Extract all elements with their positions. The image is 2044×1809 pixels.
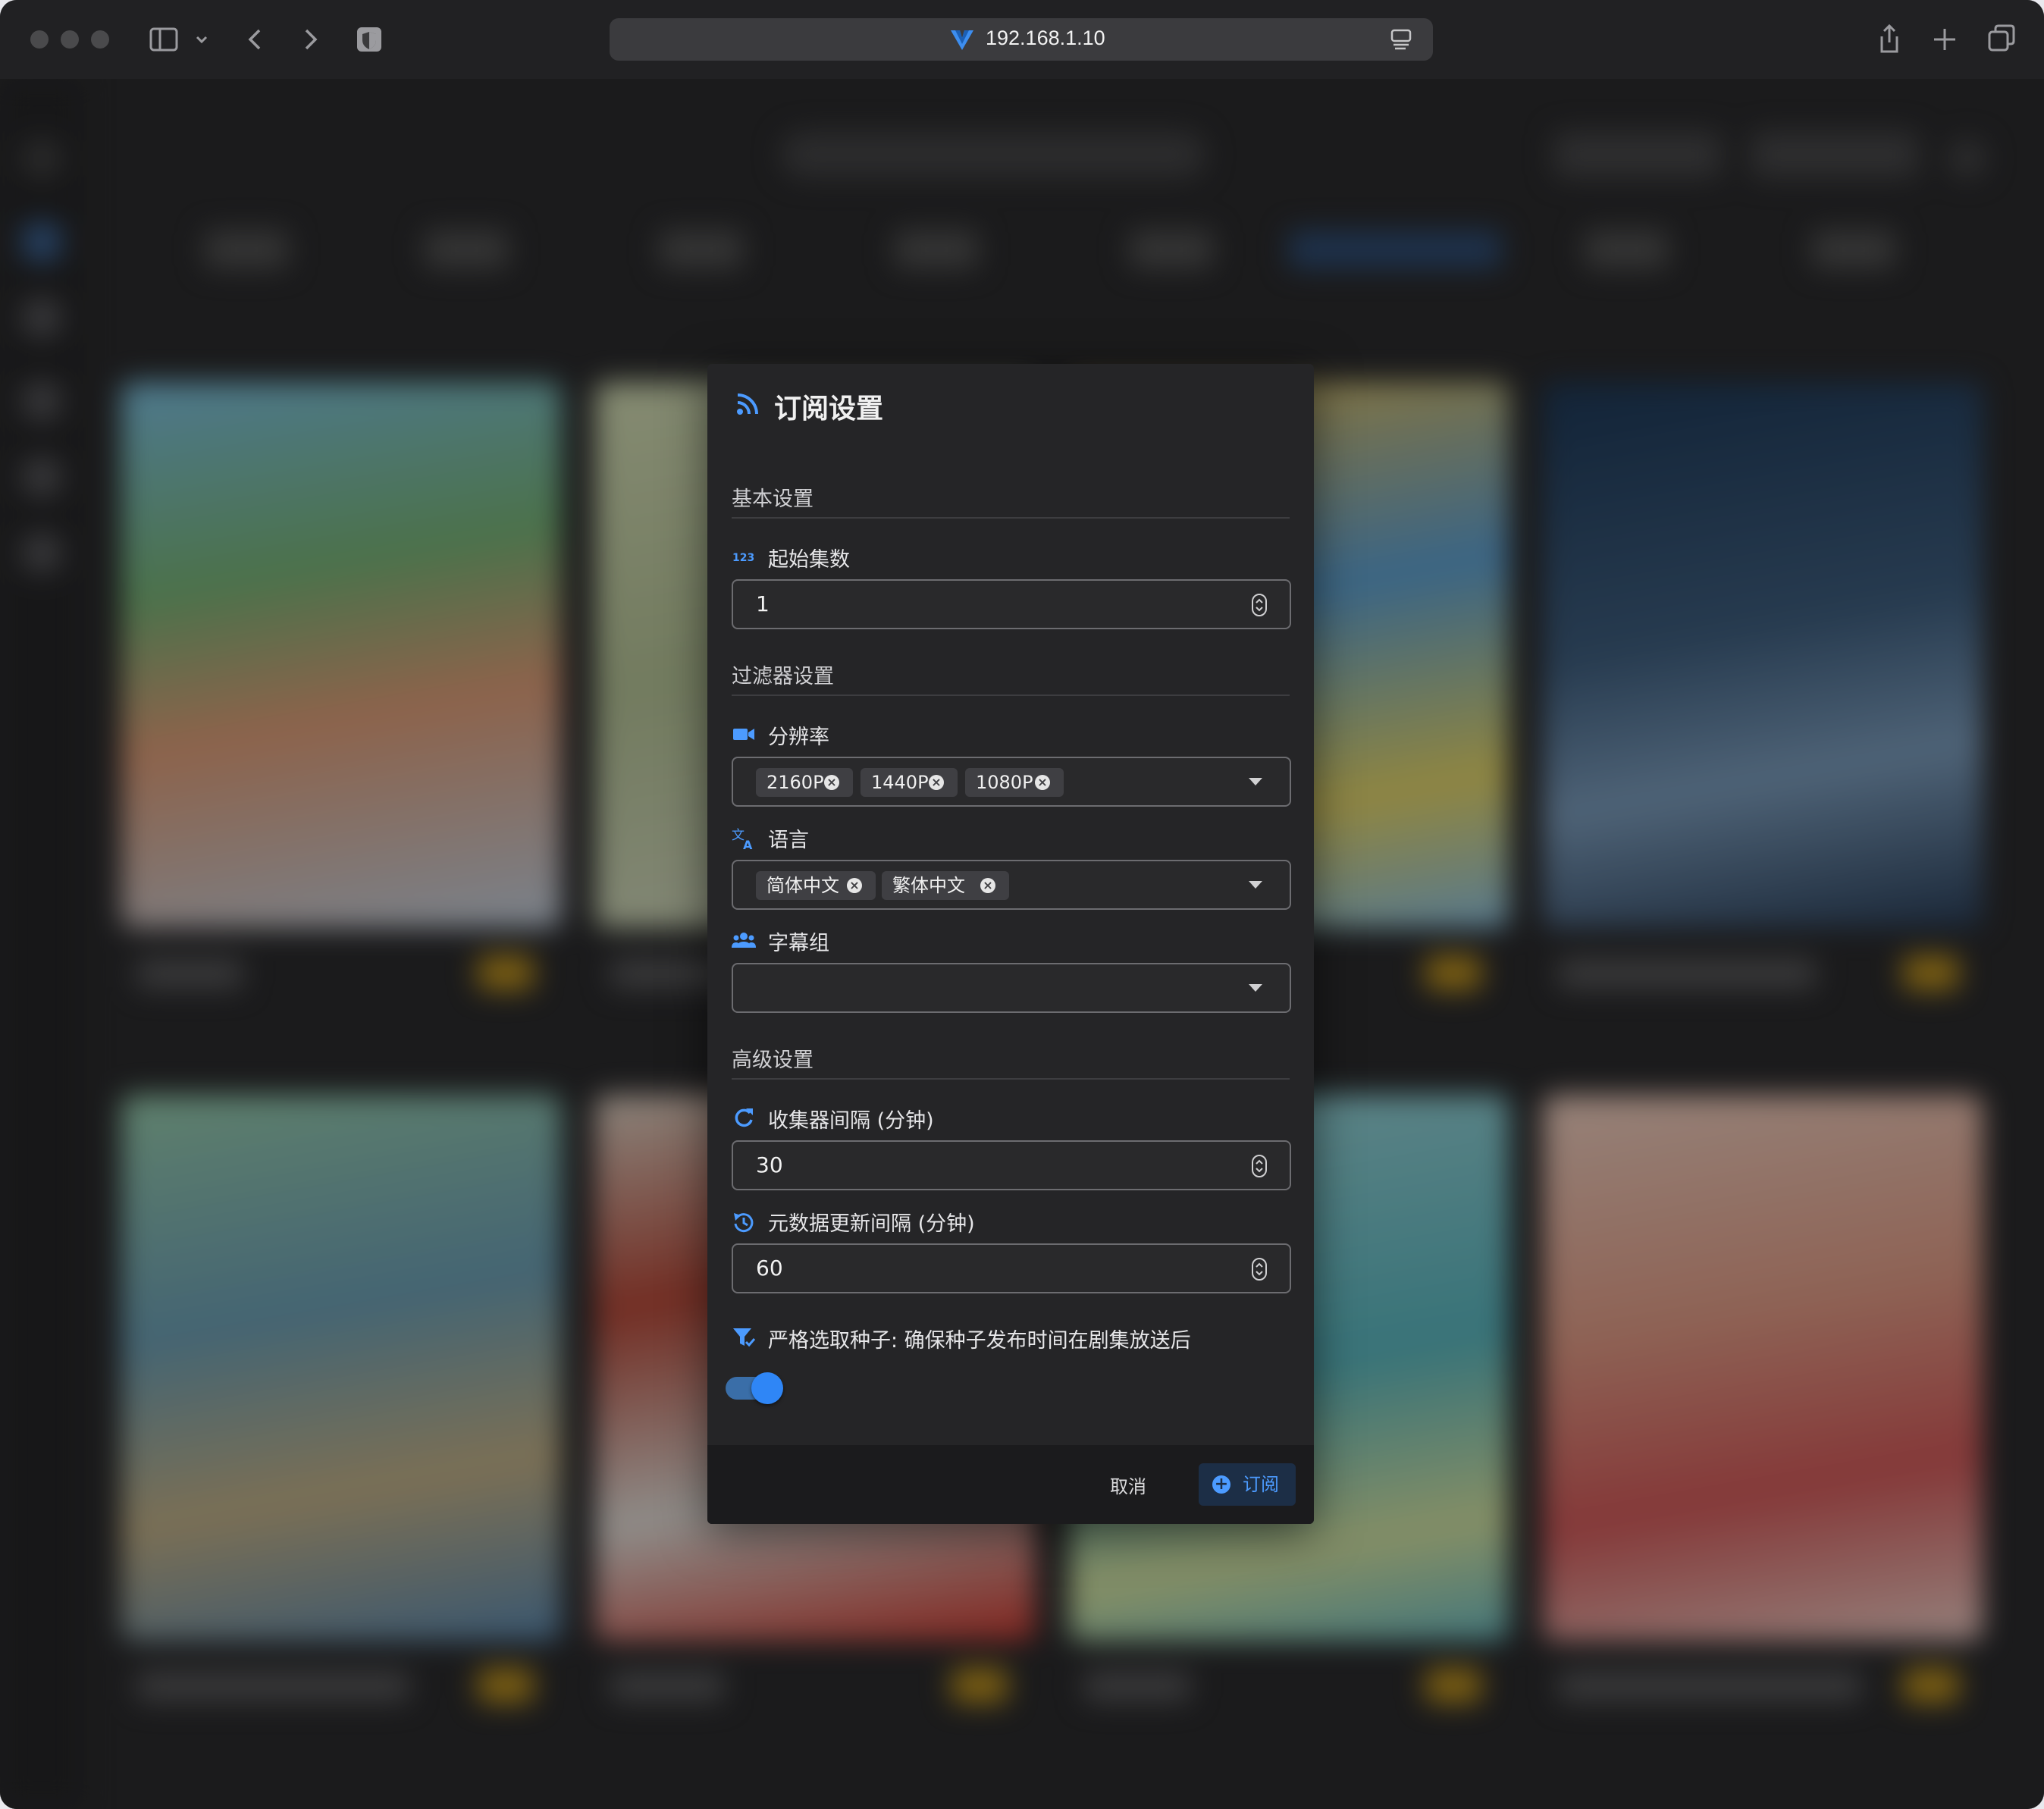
- dropdown-arrow-icon[interactable]: [1249, 778, 1262, 785]
- zoom-window-button[interactable]: [91, 30, 109, 49]
- number-stepper-icon[interactable]: [1252, 1155, 1267, 1177]
- dropdown-arrow-icon[interactable]: [1249, 881, 1262, 889]
- svg-text:123: 123: [732, 552, 754, 564]
- sidebar-toggle-icon[interactable]: [149, 23, 179, 56]
- collector-interval-input[interactable]: 30: [732, 1140, 1291, 1190]
- section-basic-title: 基本设置: [732, 488, 814, 511]
- chip-label: 2160P: [766, 772, 824, 793]
- close-window-button[interactable]: [30, 30, 49, 49]
- url-text: 192.168.1.10: [986, 27, 1105, 49]
- cancel-button[interactable]: 取消: [1094, 1468, 1162, 1506]
- section-divider: [732, 517, 1290, 519]
- metadata-interval-label: 元数据更新间隔 (分钟): [768, 1212, 975, 1236]
- chip-label: 简体中文: [766, 875, 839, 896]
- language-select[interactable]: 简体中文 × 繁体中文 ×: [732, 860, 1291, 910]
- remove-chip-icon[interactable]: ×: [929, 775, 944, 790]
- subscription-settings-dialog: 订阅设置 基本设置 123 起始集数 1 过滤器设置 分辨率 2160P × 1…: [707, 364, 1314, 1524]
- start-episode-value: 1: [756, 591, 770, 616]
- plus-circle-icon: +: [1212, 1475, 1230, 1494]
- remove-chip-icon[interactable]: ×: [847, 878, 862, 893]
- share-icon[interactable]: [1876, 23, 1903, 56]
- resolution-label: 分辨率: [768, 726, 829, 749]
- section-filter-title: 过滤器设置: [732, 665, 834, 688]
- chip-label: 1440P: [871, 772, 929, 793]
- refresh-icon: [735, 1108, 753, 1127]
- video-camera-icon: [733, 729, 754, 740]
- number-stepper-icon[interactable]: [1252, 594, 1267, 616]
- subscribe-button-label: 订阅: [1243, 1474, 1279, 1495]
- dropdown-arrow-icon[interactable]: [1249, 984, 1262, 992]
- rss-icon: [737, 393, 758, 415]
- tab-overview-icon[interactable]: [1986, 23, 2017, 56]
- dialog-footer: 取消 + 订阅: [707, 1445, 1314, 1524]
- remove-chip-icon[interactable]: ×: [1035, 775, 1050, 790]
- new-tab-plus-icon[interactable]: [1932, 23, 1958, 56]
- subtitle-group-select[interactable]: [732, 963, 1291, 1013]
- number-stepper-icon[interactable]: [1252, 1258, 1267, 1281]
- start-episode-label: 起始集数: [768, 548, 850, 572]
- resolution-chip-1440p: 1440P ×: [861, 768, 958, 797]
- resolution-select[interactable]: 2160P × 1440P × 1080P ×: [732, 757, 1291, 807]
- browser-toolbar: 192.168.1.10: [0, 0, 2044, 80]
- translate-icon: 文 A: [732, 828, 753, 851]
- back-arrow-icon[interactable]: [244, 23, 267, 56]
- chevron-down-icon[interactable]: [194, 23, 209, 56]
- resolution-chip-2160p: 2160P ×: [756, 768, 853, 797]
- remove-chip-icon[interactable]: ×: [980, 878, 995, 893]
- collector-interval-value: 30: [756, 1152, 783, 1177]
- subtitle-group-label: 字幕组: [768, 932, 829, 955]
- chip-label: 1080P: [976, 772, 1033, 793]
- svg-text:A: A: [743, 838, 753, 851]
- minimize-window-button[interactable]: [61, 30, 79, 49]
- people-group-icon: [732, 933, 756, 948]
- metadata-interval-input[interactable]: 60: [732, 1243, 1291, 1293]
- language-chip-simplified: 简体中文 ×: [756, 871, 876, 900]
- section-divider: [732, 1078, 1290, 1080]
- collector-interval-label: 收集器间隔 (分钟): [768, 1109, 934, 1133]
- browser-window: 192.168.1.10 订阅设置 基本设置 123 起始集数 1 过滤器设置 …: [0, 0, 2044, 1809]
- subscribe-button[interactable]: + 订阅: [1199, 1463, 1296, 1506]
- history-refresh-icon: [734, 1213, 754, 1233]
- resolution-chip-1080p: 1080P ×: [965, 768, 1064, 797]
- remove-chip-icon[interactable]: ×: [824, 775, 839, 790]
- toggle-knob[interactable]: [751, 1372, 783, 1404]
- address-bar[interactable]: 192.168.1.10: [610, 18, 1433, 61]
- language-chip-traditional: 繁体中文 ×: [882, 871, 1009, 900]
- language-label: 语言: [768, 829, 809, 852]
- strict-selection-label: 严格选取种子: 确保种子发布时间在剧集放送后: [768, 1329, 1191, 1353]
- chip-label: 繁体中文: [892, 875, 965, 896]
- numeric-123-icon: 123: [732, 552, 754, 564]
- privacy-shield-icon[interactable]: [355, 23, 384, 56]
- section-advanced-title: 高级设置: [732, 1049, 814, 1072]
- site-logo-icon: [951, 30, 973, 50]
- dialog-title: 订阅设置: [774, 393, 884, 425]
- metadata-interval-value: 60: [756, 1256, 783, 1281]
- reader-mode-icon[interactable]: [1389, 27, 1413, 52]
- filter-check-icon: [733, 1328, 756, 1347]
- start-episode-input[interactable]: 1: [732, 579, 1291, 629]
- section-divider: [732, 694, 1290, 696]
- forward-arrow-icon[interactable]: [299, 23, 321, 56]
